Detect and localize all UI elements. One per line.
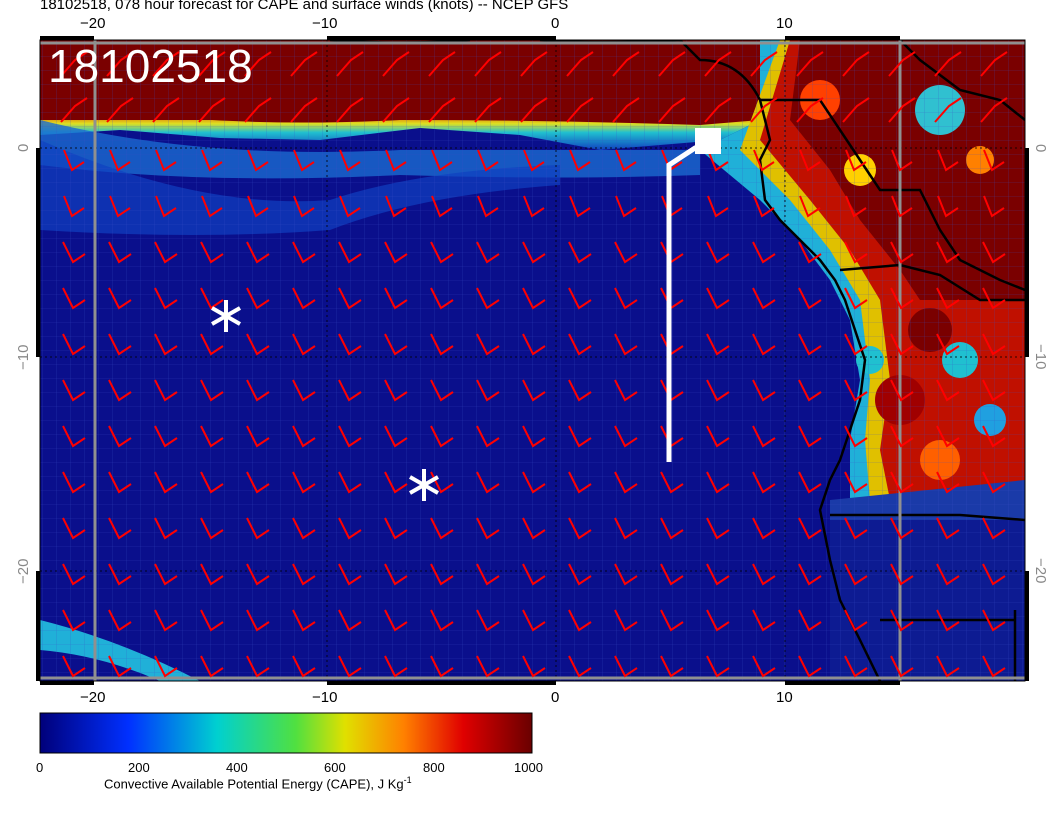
lat-tick-right-1: 0 xyxy=(1032,144,1049,152)
colorbar-title-text: Convective Available Potential Energy (C… xyxy=(104,776,404,792)
lat-tick-right-2: −10 xyxy=(1032,344,1049,369)
colorbar-label-0: 0 xyxy=(36,760,44,775)
colorbar-label-800: 800 xyxy=(423,760,445,775)
lon-tick-top-1: −20 xyxy=(80,15,105,32)
lat-tick-left-1: 0 xyxy=(15,144,32,152)
forecast-map: 18102518 −20 −10 0 10 −20 −10 0 10 0 −10… xyxy=(15,15,1049,754)
date-stamp: 18102518 xyxy=(48,40,253,92)
lon-tick-bottom-3: 0 xyxy=(551,689,559,706)
lat-tick-left-3: −20 xyxy=(15,559,32,584)
colorbar-title-unit-exponent: -1 xyxy=(403,775,412,785)
colorbar-label-600: 600 xyxy=(324,760,346,775)
colorbar-label-400: 400 xyxy=(226,760,248,775)
colorbar-title: Convective Available Potential Energy (C… xyxy=(104,775,412,791)
lon-tick-bottom-4: 10 xyxy=(776,689,793,706)
lat-tick-left-2: −10 xyxy=(15,345,32,370)
colorbar-label-1000: 1000 xyxy=(514,760,543,775)
lon-tick-bottom-1: −20 xyxy=(80,689,105,706)
lon-tick-bottom-2: −10 xyxy=(312,689,337,706)
colorbar-label-200: 200 xyxy=(128,760,150,775)
colorbar xyxy=(39,712,533,754)
station-marker xyxy=(695,128,721,154)
lon-tick-top-4: 10 xyxy=(776,15,793,32)
lat-tick-right-3: −20 xyxy=(1032,558,1049,583)
lon-tick-top-2: −10 xyxy=(312,15,337,32)
lon-tick-top-3: 0 xyxy=(551,15,559,32)
